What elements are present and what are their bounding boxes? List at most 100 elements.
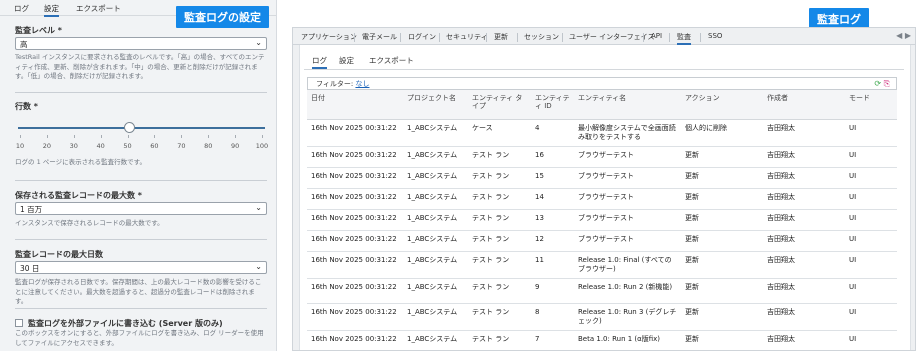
table-row[interactable]: 16th Nov 2025 00:31:22 1_ABCシステム テスト ラン 15 ブ… [307,167,897,189]
col-header-entity-type[interactable]: エンティティ タイプ [468,90,531,120]
tab-security[interactable]: セキュリティ [446,32,488,42]
col-header-author[interactable]: 作成者 [763,90,845,120]
max-records-value: 1 百万 [20,205,43,214]
cell-entity-name: ブラウザーテスト [574,209,681,231]
table-row[interactable]: 16th Nov 2025 00:31:22 1_ABCシステム テスト ラン 13 ブ… [307,209,897,231]
filter-bar: フィルター: なし ⟳ ⎘ [307,77,897,90]
slider-tick-label: 50 [123,142,132,150]
cell-mode: UI [845,303,897,331]
tab-audit[interactable]: 監査 [677,32,691,45]
cell-author: 吉田翔太 [763,146,845,168]
subtab-export[interactable]: エクスポート [369,55,414,66]
cell-mode: UI [845,330,897,350]
cell-entity-type: テスト ラン [468,230,531,252]
write-file-checkbox[interactable] [15,319,23,327]
chevron-down-icon: ⌄ [255,38,262,47]
cell-project: 1_ABCシステム [403,209,468,231]
tab-separator [700,33,701,42]
tab-session[interactable]: セッション [524,32,559,42]
col-header-project[interactable]: プロジェクト名 [403,90,468,120]
slider-tick [262,135,263,138]
cell-action: 個人的に削除 [681,119,763,147]
slider-tick [181,135,183,138]
table-row[interactable]: 16th Nov 2025 00:31:22 1_ABCシステム テスト ラン 7 Be… [307,330,897,350]
cell-entity-id: 9 [531,278,574,304]
tab-login[interactable]: ログイン [408,32,436,42]
subtab-log[interactable]: ログ [312,55,327,69]
tab-separator [517,33,518,42]
export-icon[interactable]: ⎘ [884,79,890,88]
audit-settings-badge: 監査ログの設定 [176,6,269,28]
col-header-date[interactable]: 日付 [307,90,403,120]
cell-mode: UI [845,209,897,231]
cell-entity-type: ケース [468,119,531,147]
refresh-icon[interactable]: ⟳ [874,79,881,88]
cell-entity-name: Release 1.0: Run 3 (デグレチェック) [574,303,681,331]
cell-entity-name: Release 1.0: Run 2 (新機能) [574,278,681,304]
cell-entity-name: ブラウザーテスト [574,167,681,189]
slider-tick [46,135,48,138]
cell-project: 1_ABCシステム [403,146,468,168]
col-header-action[interactable]: アクション [681,90,763,120]
cell-entity-name: Release 1.0: Final (すべてのブラウザー) [574,251,681,279]
col-header-entity-id[interactable]: エンティティ ID [531,90,574,120]
cell-entity-name: 最小解像度システムで全画面読み取りをテストする [574,119,681,147]
table-row[interactable]: 16th Nov 2025 00:31:22 1_ABCシステム テスト ラン 16 ブ… [307,146,897,168]
audit-log-table: 日付 プロジェクト名 エンティティ タイプ エンティティ ID エンティティ名 … [307,90,897,350]
tab-separator [439,33,440,42]
cell-entity-name: Beta 1.0: Run 1 (α版fix) [574,330,681,350]
cell-mode: UI [845,188,897,210]
cell-entity-type: テスト ラン [468,209,531,231]
tab-update[interactable]: 更新 [494,32,508,42]
max-records-select[interactable]: 1 百万 ⌄ [15,202,267,215]
cell-entity-id: 12 [531,230,574,252]
tab-user-interface[interactable]: ユーザー インターフェイス [569,32,654,42]
chevron-down-icon: ⌄ [255,203,262,212]
rows-slider-track[interactable] [18,127,265,129]
tab-email[interactable]: 電子メール [362,32,397,42]
table-row[interactable]: 16th Nov 2025 00:31:22 1_ABCシステム ケース 4 最小解像度… [307,119,897,147]
table-row[interactable]: 16th Nov 2025 00:31:22 1_ABCシステム テスト ラン 12 ブ… [307,230,897,252]
cell-entity-name: ブラウザーテスト [574,188,681,210]
subtab-divider [304,69,904,70]
write-file-help: このボックスをオンにすると、外部ファイルにログを書き込み、ログ リーダーを使用し… [15,329,264,347]
cell-project: 1_ABCシステム [403,230,468,252]
write-file-label: 監査ログを外部ファイルに書き込む (Server 版のみ) [28,319,223,328]
table-header-row: 日付 プロジェクト名 エンティティ タイプ エンティティ ID エンティティ名 … [307,90,897,120]
cell-entity-id: 16 [531,146,574,168]
cell-entity-type: テスト ラン [468,251,531,279]
tab-log[interactable]: ログ [14,3,29,14]
audit-level-select[interactable]: 高 ⌄ [15,37,267,50]
cell-entity-type: テスト ラン [468,278,531,304]
col-header-mode[interactable]: モード [845,90,897,120]
col-header-entity-name[interactable]: エンティティ名 [574,90,681,120]
tab-export[interactable]: エクスポート [76,3,121,14]
divider [15,92,267,93]
tab-settings[interactable]: 設定 [44,3,59,17]
max-days-value: 30 日 [20,264,40,273]
admin-tab-bar: アプリケーション 電子メール ログイン セキュリティ 更新 セッション ユーザー… [293,28,915,45]
rows-label: 行数 * [15,102,38,111]
slider-tick [235,135,237,138]
filter-value-link[interactable]: なし [355,80,369,88]
table-row[interactable]: 16th Nov 2025 00:31:22 1_ABCシステム テスト ラン 14 ブ… [307,188,897,210]
tab-sso[interactable]: SSO [708,32,722,40]
subtab-settings[interactable]: 設定 [339,55,354,66]
audit-level-label: 監査レベル * [15,26,62,35]
slider-tick-label: 80 [204,142,213,150]
divider [15,239,267,240]
table-row[interactable]: 16th Nov 2025 00:31:22 1_ABCシステム テスト ラン 11 R… [307,251,897,279]
cell-entity-id: 13 [531,209,574,231]
table-row[interactable]: 16th Nov 2025 00:31:22 1_ABCシステム テスト ラン 8 Re… [307,303,897,331]
max-days-select[interactable]: 30 日 ⌄ [15,261,267,274]
tab-application[interactable]: アプリケーション [301,32,357,42]
tab-api[interactable]: API [651,32,662,40]
table-row[interactable]: 16th Nov 2025 00:31:22 1_ABCシステム テスト ラン 9 Re… [307,278,897,304]
tab-scroll-arrows-icon[interactable]: ◀ ▶ [896,31,911,40]
tab-separator [643,33,644,42]
rows-slider-handle[interactable] [124,122,135,133]
audit-log-content: ログ 設定 エクスポート フィルター: なし ⟳ ⎘ 日付 プロジェクト名 エン… [299,45,911,350]
cell-action: 更新 [681,209,763,231]
chevron-down-icon: ⌄ [255,262,262,271]
cell-date: 16th Nov 2025 00:31:22 [307,230,403,252]
